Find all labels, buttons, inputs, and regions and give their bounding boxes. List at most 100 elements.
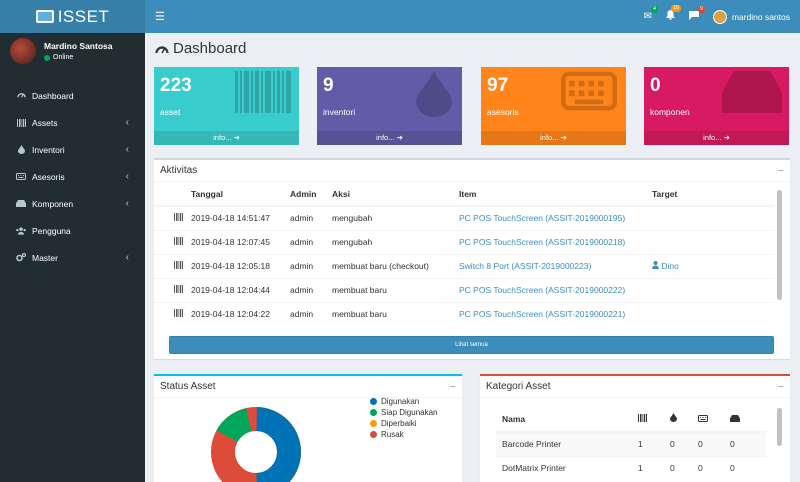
target-cell — [652, 229, 774, 254]
count-cell: 1 — [638, 455, 670, 480]
keyboard-icon — [698, 406, 730, 433]
status-asset-header: Status Asset − — [154, 376, 462, 398]
mail-button[interactable]: ✉ 4 — [643, 6, 658, 22]
kategori-asset-title: Kategori Asset — [486, 381, 551, 392]
count-cell: 0 — [698, 431, 730, 456]
envelope-icon: ✉ — [643, 11, 652, 22]
logo-text: ISSET — [57, 6, 110, 26]
sidebar-item-master[interactable]: Master ‹ — [0, 244, 145, 271]
item-link[interactable]: PC POS TouchScreen (ASSIT-2019000221) — [459, 301, 652, 326]
tile-more-link[interactable]: info... ➔ — [154, 131, 299, 145]
avatar — [712, 9, 727, 24]
status-asset-box: Status Asset − Digunakan Siap Digunakan … — [154, 374, 462, 482]
column-header: Aksi — [332, 182, 459, 207]
mail-count-badge: 4 — [651, 6, 658, 13]
tile-more-link[interactable]: info... ➔ — [644, 131, 789, 145]
sidebar-item-assets[interactable]: Assets ‹ — [0, 109, 145, 136]
action-cell: membuat baru — [332, 277, 459, 302]
sidebar-item-label: Dashboard — [32, 90, 74, 101]
hdd-icon — [730, 406, 766, 433]
online-dot-icon — [44, 54, 50, 61]
kategori-scrollbar[interactable] — [777, 408, 782, 446]
minimize-icon[interactable]: − — [450, 381, 456, 393]
chevron-left-icon: ‹ — [125, 252, 129, 263]
flag-icon — [688, 10, 699, 20]
tile-label: asset — [160, 107, 181, 117]
sidebar: ISSET Mardino Santosa Online Dashboard A… — [0, 0, 145, 482]
action-cell: membuat baru (checkout) — [332, 253, 459, 278]
minimize-icon[interactable]: − — [778, 165, 784, 177]
admin-cell: admin — [290, 205, 332, 230]
admin-cell: admin — [290, 229, 332, 254]
sidebar-item-label: Inventori — [32, 144, 65, 155]
logo[interactable]: ISSET — [0, 0, 145, 33]
activity-box: Aktivitas − Tanggal Admin Aksi Item Targ… — [154, 158, 790, 359]
action-cell: mengubah — [332, 229, 459, 254]
tile-asset: 223 asset info... ➔ — [154, 67, 299, 145]
table-row: 2019-04-18 12:04:22 admin membuat baru P… — [154, 301, 774, 326]
column-header: Admin — [290, 182, 332, 207]
legend-dot-icon — [370, 409, 377, 416]
activity-scrollbar[interactable] — [777, 190, 782, 300]
legend-dot-icon — [370, 398, 377, 405]
notifications-button[interactable]: 10 — [665, 5, 681, 23]
tile-count: 9 — [323, 75, 334, 96]
minimize-icon[interactable]: − — [778, 381, 784, 393]
tile-count: 97 — [487, 75, 509, 96]
legend-item: Siap Digunakan — [370, 407, 437, 418]
menu-toggle-icon[interactable]: ☰ — [155, 10, 165, 23]
column-header: Target — [652, 182, 774, 207]
column-header: Tanggal — [191, 182, 290, 207]
navbar-icons: ✉ 4 10 9 mardino santos — [643, 5, 790, 24]
tasks-button[interactable]: 9 — [688, 5, 705, 23]
count-cell: 1 — [638, 431, 670, 456]
legend-dot-icon — [370, 420, 377, 427]
column-header: Item — [459, 182, 652, 207]
action-cell: membuat baru — [332, 301, 459, 326]
sidebar-item-pengguna[interactable]: Pengguna — [0, 217, 145, 244]
item-link[interactable]: PC POS TouchScreen (ASSIT-2019000218) — [459, 229, 652, 254]
kategori-asset-header: Kategori Asset − — [480, 376, 790, 398]
count-cell: 0 — [670, 455, 698, 480]
table-row: 2019-04-18 12:04:44 admin membuat baru P… — [154, 277, 774, 302]
kategori-asset-box: Kategori Asset − Nama Barcode Printer 1 … — [480, 374, 790, 482]
target-cell — [652, 277, 774, 302]
legend-item: Rusak — [370, 429, 437, 440]
legend-item: Diperbaiki — [370, 418, 437, 429]
date-cell: 2019-04-18 12:07:45 — [191, 229, 290, 254]
status-legend: Digunakan Siap Digunakan Diperbaiki Rusa… — [370, 396, 437, 440]
legend-dot-icon — [370, 431, 377, 438]
user-status: Online — [44, 54, 112, 61]
table-header-row: Nama — [496, 406, 766, 433]
target-cell — [652, 205, 774, 230]
user-panel: Mardino Santosa Online — [0, 33, 145, 69]
target-cell — [652, 301, 774, 326]
user-menu[interactable]: mardino santos — [712, 9, 790, 24]
arrow-circle-right-icon: ➔ — [560, 133, 567, 142]
sidebar-item-label: Master — [32, 252, 58, 263]
users-icon — [16, 226, 26, 235]
tile-more-link[interactable]: info... ➔ — [317, 131, 462, 145]
target-link[interactable]: Dino — [652, 253, 774, 278]
item-link[interactable]: Switch 8 Port (ASSIT-2019000223) — [459, 253, 652, 278]
barcode-icon — [154, 301, 191, 326]
admin-cell: admin — [290, 253, 332, 278]
tile-more-link[interactable]: info... ➔ — [481, 131, 626, 145]
sidebar-item-dashboard[interactable]: Dashboard — [0, 82, 145, 109]
item-link[interactable]: PC POS TouchScreen (ASSIT-2019000222) — [459, 277, 652, 302]
sidebar-item-inventori[interactable]: Inventori ‹ — [0, 136, 145, 163]
dashboard-icon — [16, 91, 26, 100]
table-row: 2019-04-18 12:05:18 admin membuat baru (… — [154, 253, 774, 278]
chevron-left-icon: ‹ — [125, 171, 129, 182]
sidebar-item-asesoris[interactable]: Asesoris ‹ — [0, 163, 145, 190]
tint-icon — [16, 145, 26, 154]
item-link[interactable]: PC POS TouchScreen (ASSIT-2019000195) — [459, 205, 652, 230]
activity-table-wrap: Tanggal Admin Aksi Item Target 2019-04-1… — [154, 182, 774, 332]
dashboard-icon — [155, 45, 169, 53]
sidebar-item-label: Komponen — [32, 198, 74, 209]
action-cell: mengubah — [332, 205, 459, 230]
tile-count: 223 — [160, 75, 192, 96]
chevron-left-icon: ‹ — [125, 117, 129, 128]
sidebar-item-komponen[interactable]: Komponen ‹ — [0, 190, 145, 217]
see-all-button[interactable]: Lihat semua — [169, 336, 774, 354]
